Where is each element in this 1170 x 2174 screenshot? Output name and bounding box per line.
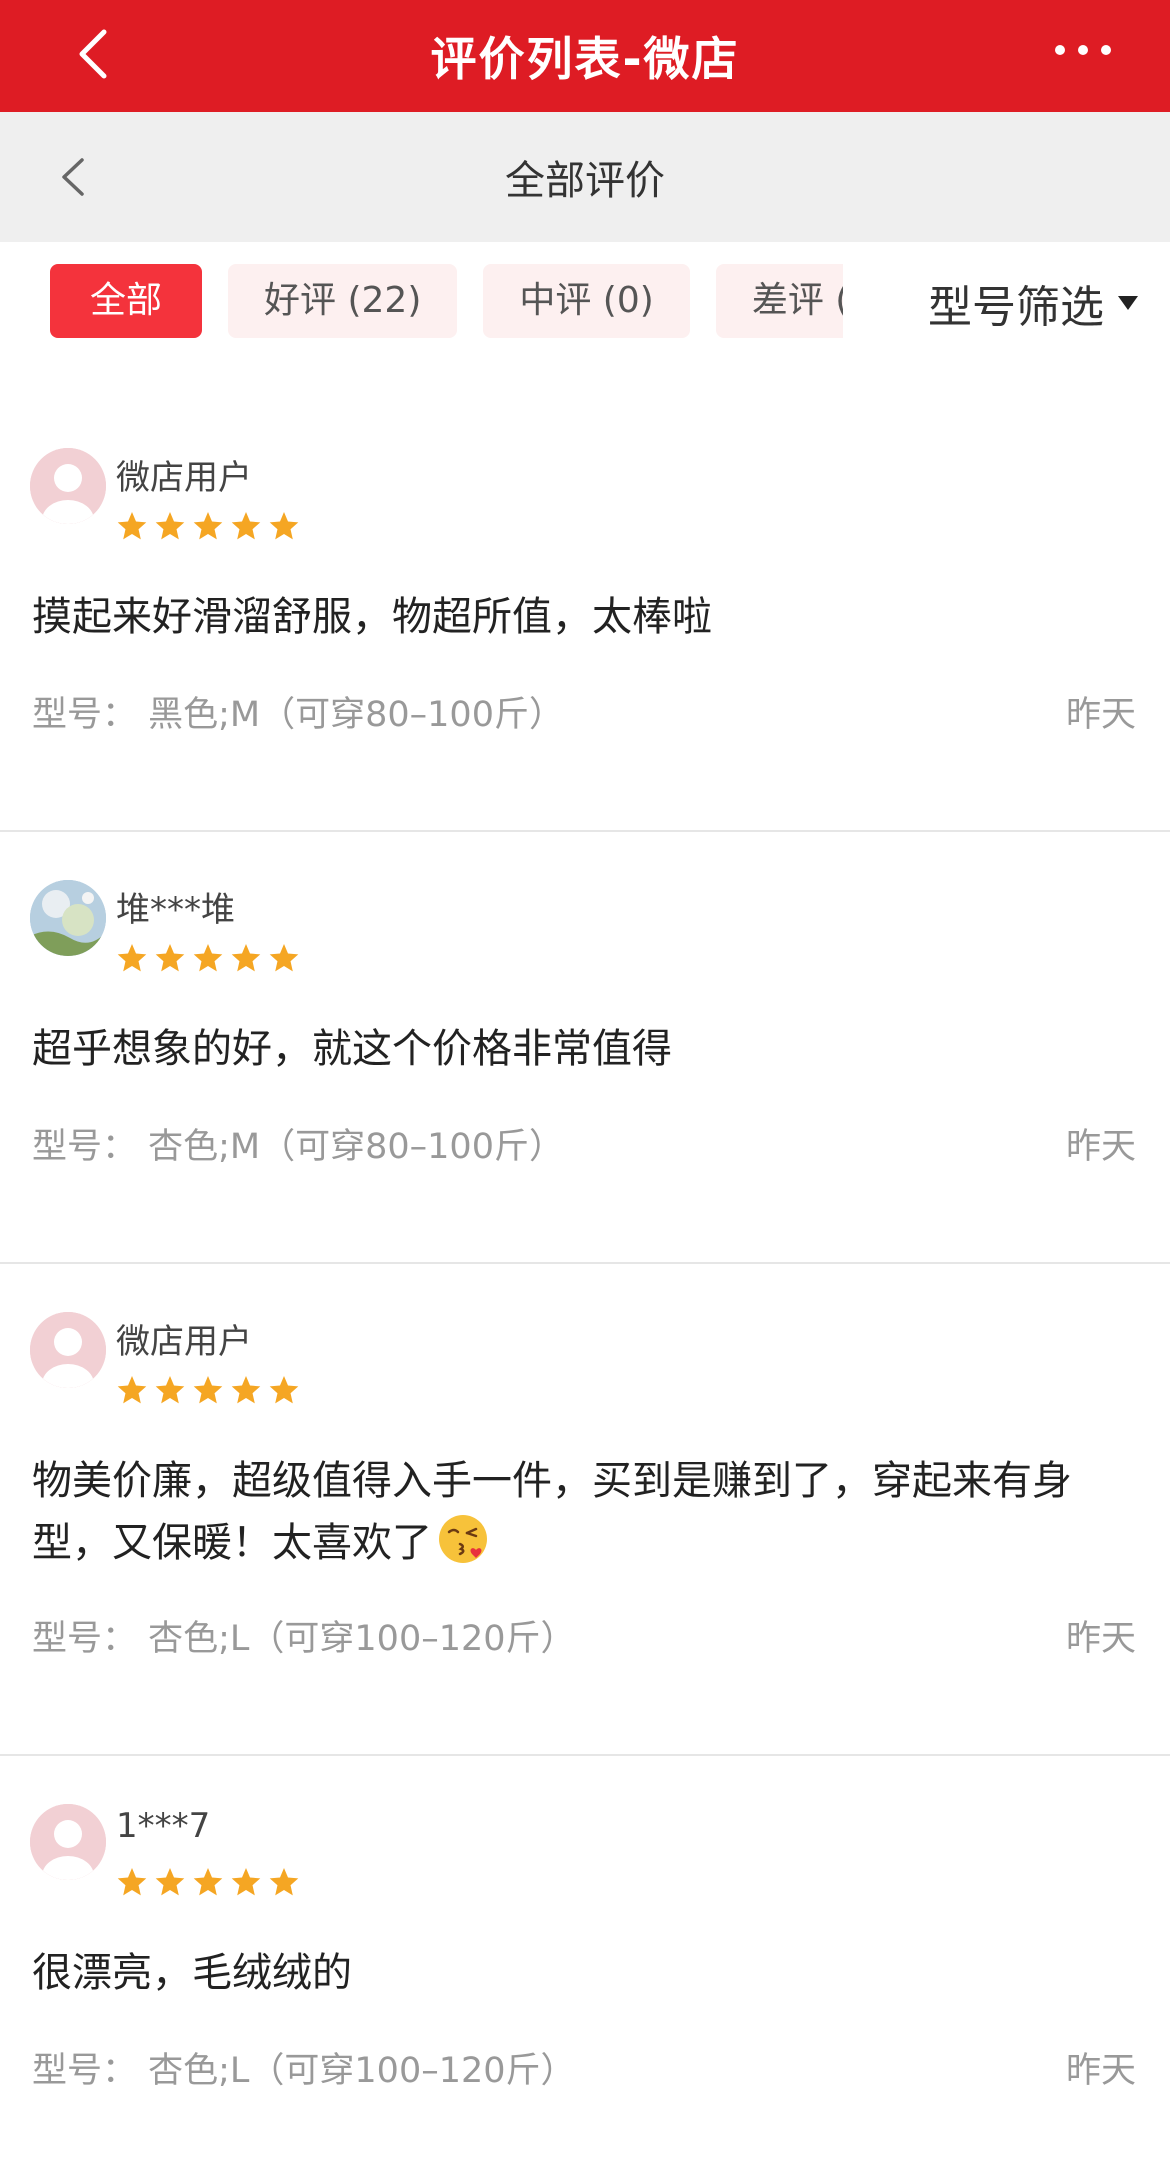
review-date: 昨天 <box>1065 1619 1136 1659</box>
avatar-icon <box>30 448 106 524</box>
review-item: 1***7 很漂亮，毛绒绒的 型号： 杏色;L（可穿100–120斤） 昨天 <box>0 1756 1170 2174</box>
back-icon[interactable] <box>50 152 100 202</box>
back-icon[interactable] <box>66 24 126 84</box>
star-icon <box>269 512 299 540</box>
more-icon[interactable] <box>1048 30 1118 70</box>
top-bar: 评价列表-微店 <box>0 0 1170 112</box>
star-icon <box>231 512 261 540</box>
star-icon <box>193 512 223 540</box>
star-icon <box>269 1868 299 1896</box>
review-username: 微店用户 <box>116 458 252 498</box>
rating-stars <box>116 1866 300 1898</box>
sub-header-title: 全部评价 <box>505 158 665 204</box>
review-text: 很漂亮，毛绒绒的 <box>32 1950 352 1996</box>
review-date: 昨天 <box>1065 2051 1136 2091</box>
rating-stars <box>116 1374 300 1406</box>
star-icon <box>117 512 147 540</box>
review-date: 昨天 <box>1065 1127 1136 1167</box>
star-icon <box>231 1868 261 1896</box>
review-text-block: 物美价廉，超级值得入手一件，买到是赚到了，穿起来有身型，又保暖！太喜欢了 <box>32 1450 1130 1574</box>
page-title: 评价列表-微店 <box>430 32 740 86</box>
star-icon <box>193 1376 223 1404</box>
star-icon <box>155 944 185 972</box>
tab-positive[interactable]: 好评 (22) <box>228 264 458 338</box>
rating-stars <box>116 942 300 974</box>
review-item: 微店用户 摸起来好滑溜舒服，物超所值，太棒啦 型号： 黑色;M（可穿80–100… <box>0 400 1170 833</box>
review-text: 物美价廉，超级值得入手一件，买到是赚到了，穿起来有身型，又保暖！太喜欢了 <box>32 1458 1072 1566</box>
star-icon <box>117 1868 147 1896</box>
star-icon <box>231 1376 261 1404</box>
caret-down-icon <box>1118 296 1138 310</box>
star-icon <box>269 944 299 972</box>
star-icon <box>193 1868 223 1896</box>
model-filter-button[interactable]: 型号筛选 <box>910 268 1140 338</box>
avatar-icon <box>30 1804 106 1880</box>
filter-bar: 全部 好评 (22) 中评 (0) 差评 (0) 型号筛选 <box>0 242 1170 402</box>
star-icon <box>117 944 147 972</box>
star-icon <box>193 944 223 972</box>
review-item: 微店用户 物美价廉，超级值得入手一件，买到是赚到了，穿起来有身型，又保暖！太喜欢… <box>0 1264 1170 1757</box>
sub-header: 全部评价 <box>0 112 1170 242</box>
avatar-icon <box>30 1312 106 1388</box>
tab-neutral[interactable]: 中评 (0) <box>483 264 690 338</box>
star-icon <box>269 1376 299 1404</box>
tabs-scroll[interactable]: 全部 好评 (22) 中评 (0) 差评 (0) <box>50 264 843 342</box>
star-icon <box>155 1868 185 1896</box>
review-username: 堆***堆 <box>116 890 235 930</box>
star-icon <box>155 1376 185 1404</box>
review-username: 微店用户 <box>116 1322 252 1362</box>
star-icon <box>231 944 261 972</box>
review-text: 超乎想象的好，就这个价格非常值得 <box>32 1026 672 1072</box>
review-username: 1***7 <box>116 1806 211 1846</box>
tab-all[interactable]: 全部 <box>50 264 203 338</box>
review-model: 型号： 杏色;L（可穿100–120斤） <box>32 1619 576 1659</box>
tab-negative[interactable]: 差评 (0) <box>715 264 843 338</box>
avatar-image <box>30 880 106 956</box>
review-model: 型号： 杏色;M（可穿80–100斤） <box>32 1127 564 1167</box>
review-item: 堆***堆 超乎想象的好，就这个价格非常值得 型号： 杏色;M（可穿80–100… <box>0 832 1170 1265</box>
review-model: 型号： 黑色;M（可穿80–100斤） <box>32 695 564 735</box>
review-model: 型号： 杏色;L（可穿100–120斤） <box>32 2051 576 2091</box>
star-icon <box>155 512 185 540</box>
review-date: 昨天 <box>1065 695 1136 735</box>
kiss-emoji-icon <box>439 1515 487 1563</box>
review-text: 摸起来好滑溜舒服，物超所值，太棒啦 <box>32 594 712 640</box>
rating-stars <box>116 510 300 542</box>
star-icon <box>117 1376 147 1404</box>
model-filter-label: 型号筛选 <box>928 282 1104 333</box>
